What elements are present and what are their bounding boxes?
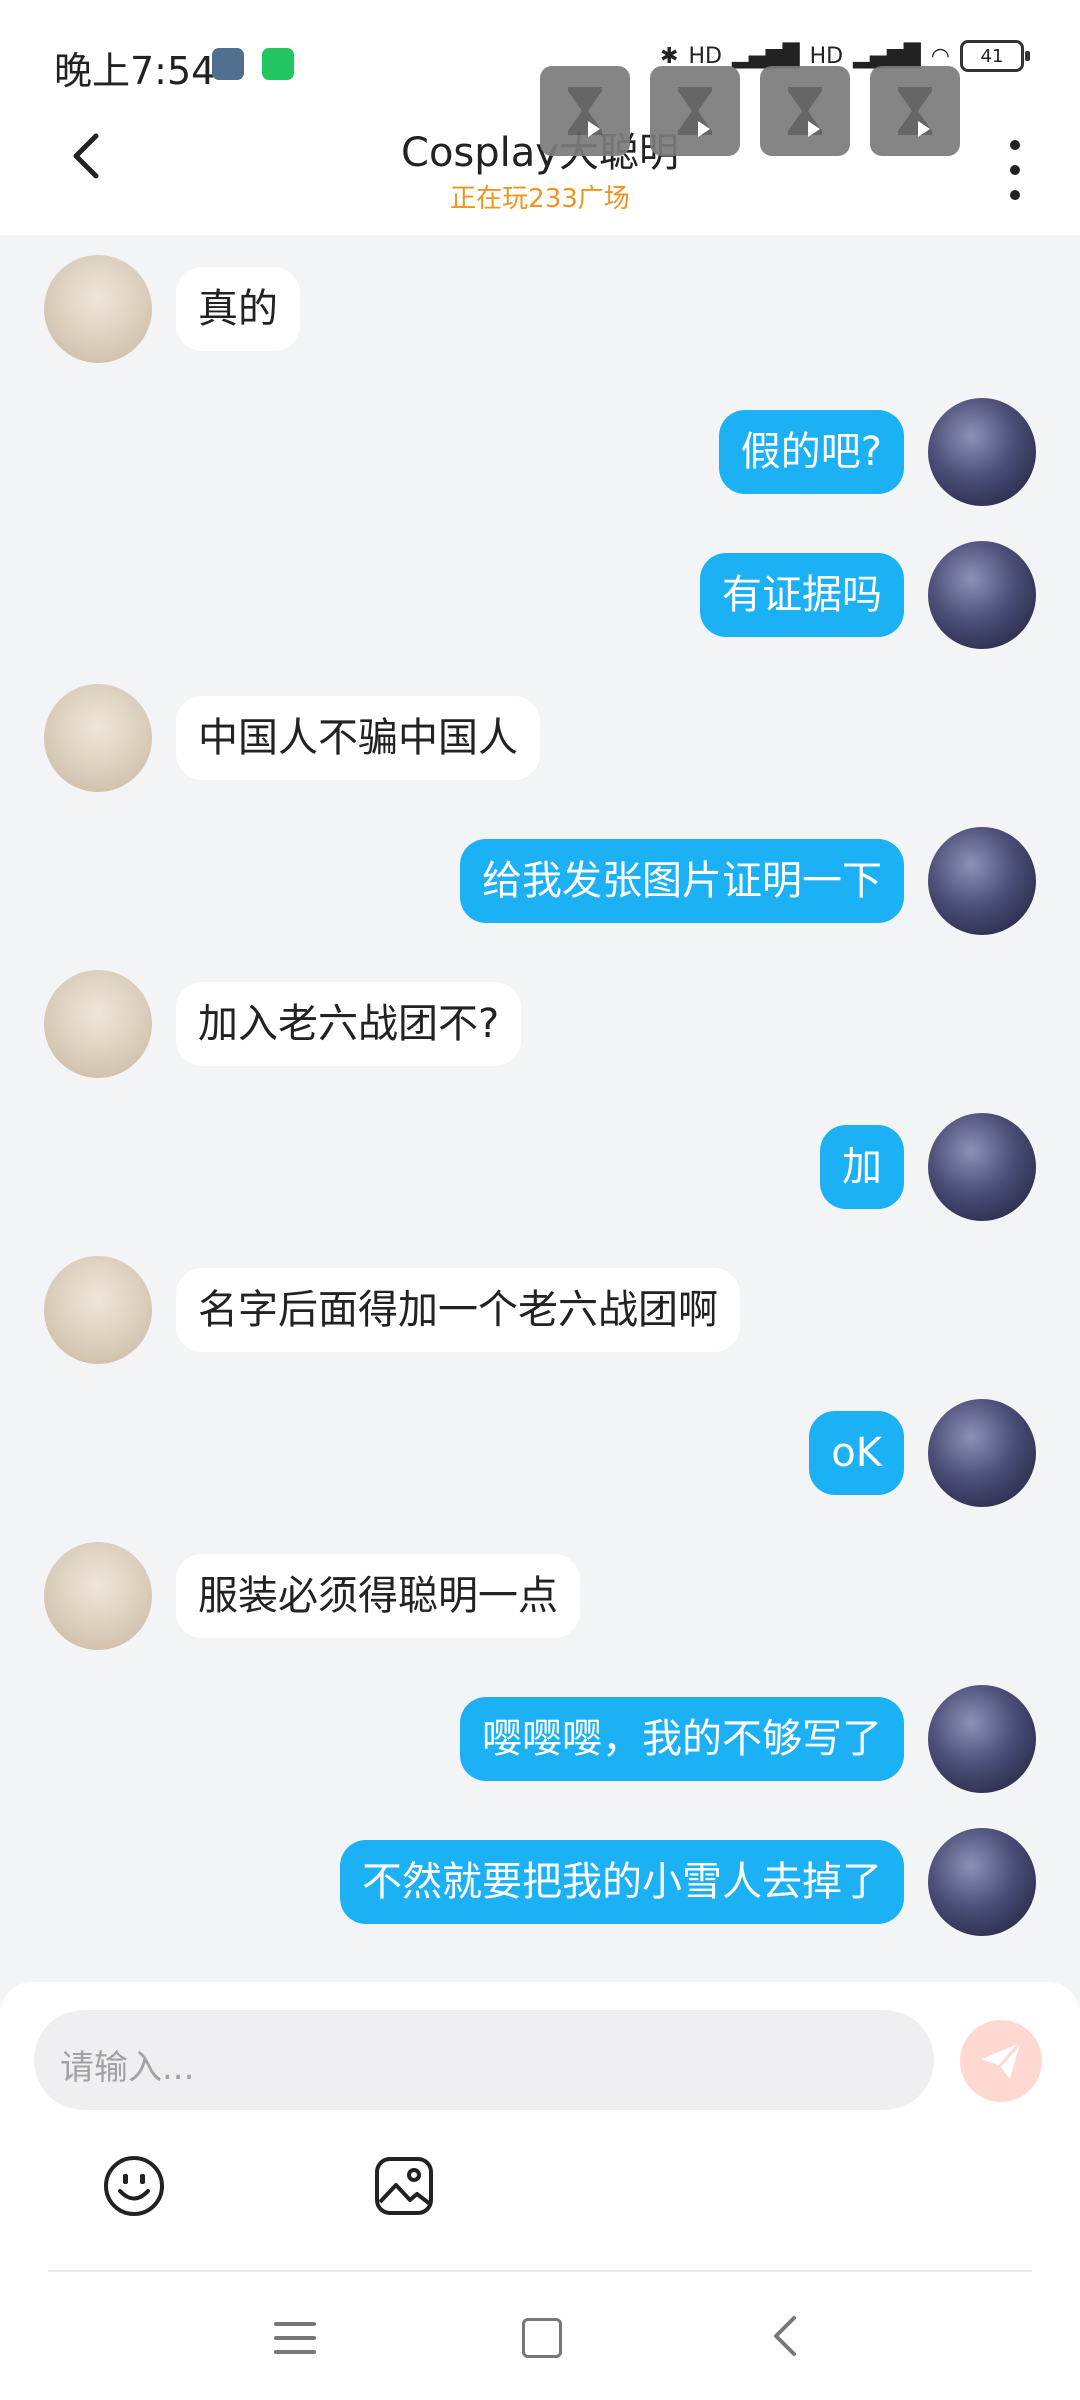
more-options-icon[interactable] — [1010, 140, 1024, 200]
message-bubble-sent[interactable]: 给我发张图片证明一下 — [460, 839, 904, 923]
recent-apps-icon[interactable] — [274, 2320, 316, 2356]
signal-icon-2: ▂▄▆█ — [853, 43, 921, 69]
user-avatar[interactable] — [928, 1399, 1036, 1507]
status-time: 晚上7:54 — [54, 49, 216, 93]
bluetooth-icon: ✱ — [660, 43, 679, 69]
message-bubble-received[interactable]: 中国人不骗中国人 — [176, 696, 540, 780]
send-button[interactable] — [960, 2020, 1042, 2102]
net-label-1: HD — [688, 43, 722, 69]
message-bubble-sent[interactable]: 不然就要把我的小雪人去掉了 — [340, 1840, 904, 1924]
chat-message-list[interactable]: 真的 假的吧? 有证据吗 中国人不骗中国人 给我发张图片证明一下 加入老六战团不… — [0, 235, 1080, 1980]
settings-app-icon — [212, 48, 244, 80]
user-avatar[interactable] — [928, 1828, 1036, 1936]
hourglass-tile-icon[interactable] — [760, 66, 850, 156]
nav-back-icon[interactable] — [770, 2314, 800, 2358]
message-bubble-received[interactable]: 真的 — [176, 267, 300, 351]
user-avatar[interactable] — [928, 541, 1036, 649]
net-label-2: HD — [809, 43, 844, 69]
system-nav-bar — [0, 2272, 1080, 2400]
home-icon[interactable] — [522, 2318, 562, 2358]
message-bubble-sent[interactable]: oK — [809, 1411, 904, 1495]
user-avatar[interactable] — [928, 1113, 1036, 1221]
floating-tiles — [540, 66, 960, 156]
message-bubble-received[interactable]: 名字后面得加一个老六战团啊 — [176, 1268, 740, 1352]
message-bubble-sent[interactable]: 假的吧? — [718, 410, 904, 494]
battery-level: 41 — [980, 45, 1004, 67]
chat-subtitle: 正在玩233广场 — [450, 184, 630, 214]
emoji-icon[interactable] — [102, 2154, 166, 2218]
message-bubble-sent[interactable]: 有证据吗 — [700, 553, 904, 637]
contact-avatar[interactable] — [44, 255, 152, 363]
hourglass-tile-icon[interactable] — [650, 66, 740, 156]
message-input[interactable]: 请输入... — [34, 2010, 934, 2110]
contact-avatar[interactable] — [44, 1542, 152, 1650]
user-avatar[interactable] — [928, 827, 1036, 935]
message-bubble-received[interactable]: 服装必须得聪明一点 — [176, 1554, 580, 1638]
signal-icon: ▂▄▆█ — [731, 43, 800, 69]
user-avatar[interactable] — [928, 1685, 1036, 1793]
wifi-icon: ◠ — [930, 43, 950, 69]
input-placeholder: 请输入... — [60, 2048, 195, 2088]
message-bubble-received[interactable]: 加入老六战团不? — [176, 982, 522, 1066]
paper-plane-icon — [982, 2042, 1022, 2079]
user-avatar[interactable] — [928, 398, 1036, 506]
message-bubble-sent[interactable]: 嘤嘤嘤，我的不够写了 — [460, 1697, 904, 1781]
image-icon[interactable] — [372, 2154, 436, 2218]
hourglass-tile-icon[interactable] — [870, 66, 960, 156]
message-bubble-sent[interactable]: 加 — [820, 1125, 904, 1209]
contact-avatar[interactable] — [44, 684, 152, 792]
battery-icon: 41 — [960, 40, 1030, 72]
wechat-app-icon — [262, 48, 294, 80]
input-panel: 请输入... — [0, 1982, 1080, 2400]
contact-avatar[interactable] — [44, 970, 152, 1078]
hourglass-tile-icon[interactable] — [540, 66, 630, 156]
contact-avatar[interactable] — [44, 1256, 152, 1364]
